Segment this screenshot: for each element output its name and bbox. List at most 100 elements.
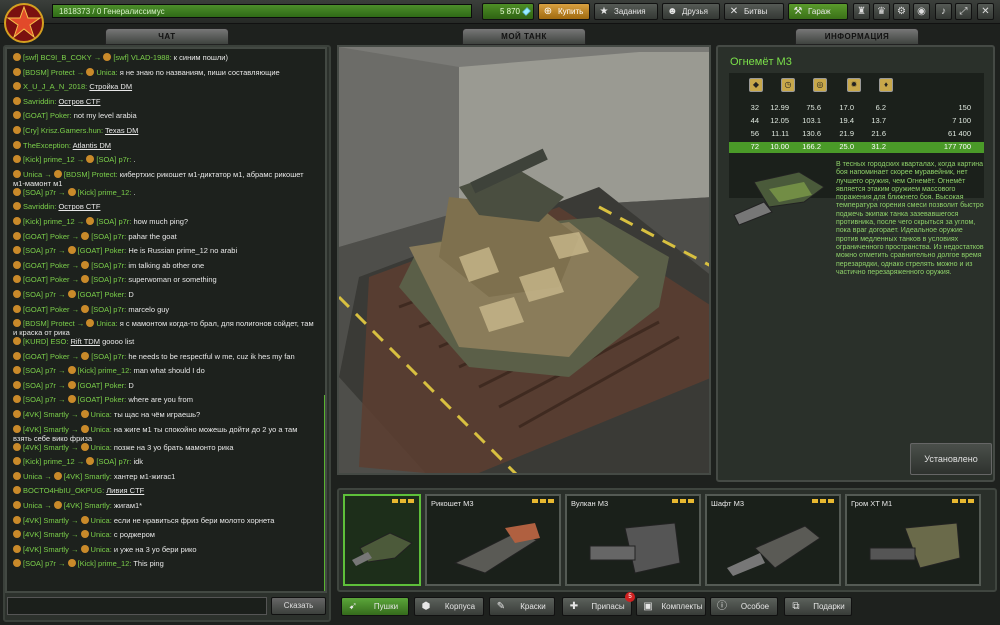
chat-recipient[interactable]: Unica [91,425,110,434]
chat-sender[interactable]: [GOAT] Poker [23,111,70,120]
chat-sender[interactable]: X_U_J_A_N_2018 [23,82,85,91]
installed-button[interactable]: Установлено [910,443,992,475]
chat-sender[interactable]: [Kick] prime_12 [23,457,75,466]
stats-row-selected[interactable]: 72 10.00 166.2 25.0 31.2 177 700 [729,142,984,153]
chat-recipient[interactable]: Unica [91,530,110,539]
chat-sender[interactable]: [SOA] p7r [23,381,56,390]
chat-recipient[interactable]: [SOA] p7r [91,305,124,314]
chat-sender[interactable]: [GOAT] Poker [23,352,70,361]
chat-sender[interactable]: [swf] BC9I_B_COKY [23,53,92,62]
chat-recipient[interactable]: [GOAT] Poker [78,246,125,255]
chat-recipient[interactable]: Unica [91,545,110,554]
chat-sender[interactable]: Unica [23,170,42,179]
chat-recipient[interactable]: [SOA] p7r [96,155,129,164]
battles-button[interactable]: ✕ Битвы [724,3,784,20]
chat-recipient[interactable]: [GOAT] Poker [78,395,125,404]
battle-link[interactable]: Остров CTF [58,202,100,211]
chat-sender[interactable]: [GOAT] Poker [23,261,70,270]
news-icon[interactable]: ◉ [913,3,930,20]
item-card[interactable]: Рикошет М3 [425,494,561,586]
chat-sender[interactable]: [BDSM] Protect [23,68,75,77]
battle-link[interactable]: Rift TDM [71,337,100,346]
friends-button[interactable]: ☻ Друзья [662,3,720,20]
gifts-tab[interactable]: ⧉ Подарки [784,597,852,616]
chat-sender[interactable]: [Kick] prime_12 [23,217,75,226]
paints-tab[interactable]: ✎ Краски [489,597,555,616]
chat-sender[interactable]: [Kick] prime_12 [23,155,75,164]
chat-recipient[interactable]: Unica [91,410,110,419]
chat-sender[interactable]: [SOA] p7r [23,246,56,255]
chat-sender[interactable]: [SOA] p7r [23,366,56,375]
stats-row[interactable]: 44 12.05 103.1 19.4 13.7 7 100 [729,116,984,127]
chat-recipient[interactable]: [Kick] prime_12 [78,559,130,568]
close-icon[interactable]: ✕ [977,3,994,20]
buy-button[interactable]: ⊕ Купить [538,3,590,20]
chat-sender[interactable]: [GOAT] Poker [23,232,70,241]
chat-sender[interactable]: Unica [23,501,42,510]
battle-link[interactable]: Стройка DM [89,82,132,91]
chat-recipient[interactable]: [GOAT] Poker [78,381,125,390]
chat-sender[interactable]: [SOA] p7r [23,188,56,197]
settings-icon[interactable]: ⚙ [893,3,910,20]
tasks-button[interactable]: ★ Задания [594,3,658,20]
guns-tab[interactable]: ➹ Пушки [341,597,409,616]
hulls-tab[interactable]: ⬢ Корпуса [414,597,484,616]
chat-recipient[interactable]: Unica [91,516,110,525]
chat-sender[interactable]: [GOAT] Poker [23,305,70,314]
item-card[interactable]: Шафт М3 [705,494,841,586]
chat-recipient[interactable]: [Kick] prime_12 [78,366,130,375]
kits-tab[interactable]: ▣ Комплекты [636,597,706,616]
battle-link[interactable]: Остров CTF [58,97,100,106]
chat-sender[interactable]: [SOA] p7r [23,290,56,299]
chat-recipient[interactable]: [BDSM] Protect [64,170,116,179]
chat-send-button[interactable]: Сказать [271,597,326,615]
chat-recipient[interactable]: Unica [96,319,115,328]
chat-recipient[interactable]: [Kick] prime_12 [78,188,130,197]
chat-input[interactable] [7,597,267,615]
chat-sender[interactable]: [4VK] Smartly [23,530,69,539]
chat-sender[interactable]: [4VK] Smartly [23,425,69,434]
chat-recipient[interactable]: [SOA] p7r [91,232,124,241]
chat-recipient[interactable]: [4VK] Smartly [64,472,110,481]
chat-recipient[interactable]: [GOAT] Poker [78,290,125,299]
chat-recipient[interactable]: Unica [96,68,115,77]
chat-sender[interactable]: [SOA] p7r [23,395,56,404]
stats-row[interactable]: 56 11.11 130.6 21.9 21.6 61 400 [729,129,984,140]
chat-recipient[interactable]: [SOA] p7r [91,261,124,270]
battle-link[interactable]: Ливия CTF [106,486,144,495]
chat-sender[interactable]: BOCTO4HbIU_OKPUG [23,486,102,495]
chat-sender[interactable]: [4VK] Smartly [23,516,69,525]
chat-sender[interactable]: Savriddin [23,202,54,211]
chat-sender[interactable]: TheException [23,141,69,150]
chat-sender[interactable]: Unica [23,472,42,481]
achievements-icon[interactable]: ♛ [873,3,890,20]
clan-icon[interactable]: ♜ [853,3,870,20]
garage-button[interactable]: ⚒ Гараж [788,3,848,20]
chat-sender[interactable]: [4VK] Smartly [23,545,69,554]
battle-link[interactable]: Texas DM [105,126,138,135]
item-card-selected[interactable] [343,494,421,586]
chat-recipient[interactable]: [SOA] p7r [96,457,129,466]
sound-icon[interactable]: ♪ [935,3,952,20]
chat-recipient[interactable]: [4VK] Smartly [64,501,110,510]
chat-recipient[interactable]: [SOA] p7r [96,217,129,226]
item-card[interactable]: Вулкан М3 [565,494,701,586]
chat-sender[interactable]: [SOA] p7r [23,559,56,568]
chat-sender[interactable]: [BDSM] Protect [23,319,75,328]
chat-sender[interactable]: [Cry] Krisz.Gamers.hun [23,126,101,135]
chat-sender[interactable]: [4VK] Smartly [23,410,69,419]
special-tab[interactable]: ⓘ Особое [710,597,778,616]
chat-sender[interactable]: Savriddin [23,97,54,106]
item-card[interactable]: Гром XT М1 [845,494,981,586]
chat-recipient[interactable]: [SOA] p7r [91,275,124,284]
chat-recipient[interactable]: Unica [91,443,110,452]
fullscreen-icon[interactable]: ⤢ [955,3,972,20]
battle-link[interactable]: Atlantis DM [73,141,111,150]
supplies-tab[interactable]: ✚ Припасы 5 [562,592,635,616]
chat-sender[interactable]: [GOAT] Poker [23,275,70,284]
tank-preview[interactable] [337,45,711,475]
chat-sender[interactable]: [KURD] ESO [23,337,66,346]
stats-row[interactable]: 32 12.99 75.6 17.0 6.2 150 [729,103,984,114]
chat-recipient[interactable]: [SOA] p7r [91,352,124,361]
chat-recipient[interactable]: [swf] VLAD-1988 [113,53,169,62]
